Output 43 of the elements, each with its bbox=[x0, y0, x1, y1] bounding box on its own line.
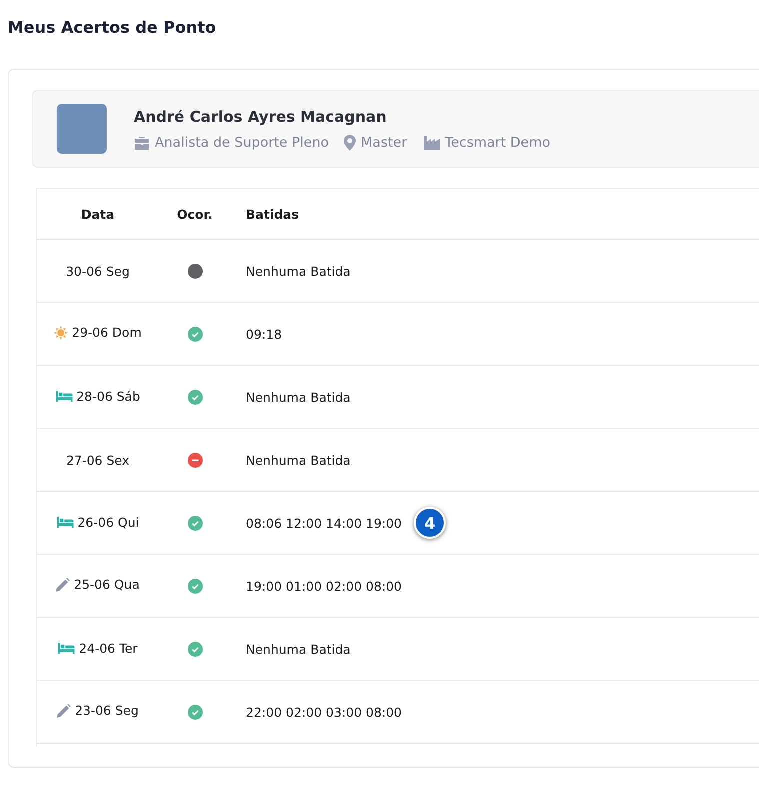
date-cell: 29-06 Dom bbox=[72, 325, 142, 340]
employee-location: Master bbox=[361, 134, 408, 150]
check-circle-icon bbox=[188, 642, 202, 656]
punches-cell: 22:00 02:00 03:00 08:00 bbox=[246, 704, 402, 720]
check-circle-icon bbox=[188, 704, 202, 720]
location-pin-icon bbox=[344, 134, 356, 150]
column-header: Ocor. bbox=[159, 189, 231, 240]
pencil-icon bbox=[57, 704, 72, 718]
punches-cell: Nenhuma Batida bbox=[246, 642, 351, 656]
punches-cell: Nenhuma Batida bbox=[246, 390, 351, 404]
date-cell: 25-06 Qua bbox=[74, 577, 140, 592]
punches-cell: 09:18 bbox=[246, 326, 282, 342]
bed-icon bbox=[56, 517, 74, 528]
date-cell: 23-06 Seg bbox=[75, 703, 139, 718]
check-circle-icon bbox=[188, 326, 202, 342]
check-circle-icon bbox=[188, 578, 202, 594]
punches-cell: 08:06 12:00 14:00 19:00 bbox=[246, 516, 402, 530]
punches-cell: 19:00 01:00 02:00 08:00 bbox=[246, 578, 402, 594]
pencil-icon bbox=[56, 578, 70, 592]
column-header: Data bbox=[37, 189, 159, 240]
date-cell: 27-06 Sex bbox=[66, 452, 130, 468]
factory-icon bbox=[424, 136, 440, 150]
sun-icon bbox=[54, 326, 68, 340]
employee-role: Analista de Suporte Pleno bbox=[155, 134, 330, 150]
minus-circle-icon bbox=[188, 452, 202, 468]
employee-company: Tecsmart Demo bbox=[445, 134, 551, 150]
step-number-badge: 4 bbox=[414, 507, 446, 539]
date-cell: 28-06 Sáb bbox=[76, 389, 140, 404]
check-circle-icon bbox=[188, 516, 202, 530]
date-cell: 24-06 Ter bbox=[79, 641, 138, 656]
page-title: Meus Acertos de Ponto bbox=[8, 18, 218, 37]
column-header: Batidas bbox=[231, 189, 759, 240]
bed-icon bbox=[58, 643, 76, 654]
employee-name: André Carlos Ayres Macagnan bbox=[134, 108, 388, 126]
status-dot-icon bbox=[188, 264, 202, 278]
punches-cell: Nenhuma Batida bbox=[246, 264, 351, 278]
punches-cell: Nenhuma Batida bbox=[246, 452, 351, 468]
date-cell: 26-06 Qui bbox=[78, 515, 140, 530]
briefcase-icon bbox=[134, 136, 150, 150]
check-circle-icon bbox=[188, 390, 202, 404]
photo-placeholder bbox=[57, 104, 107, 154]
date-cell: 30-06 Seg bbox=[66, 264, 130, 278]
bed-icon bbox=[56, 391, 73, 402]
